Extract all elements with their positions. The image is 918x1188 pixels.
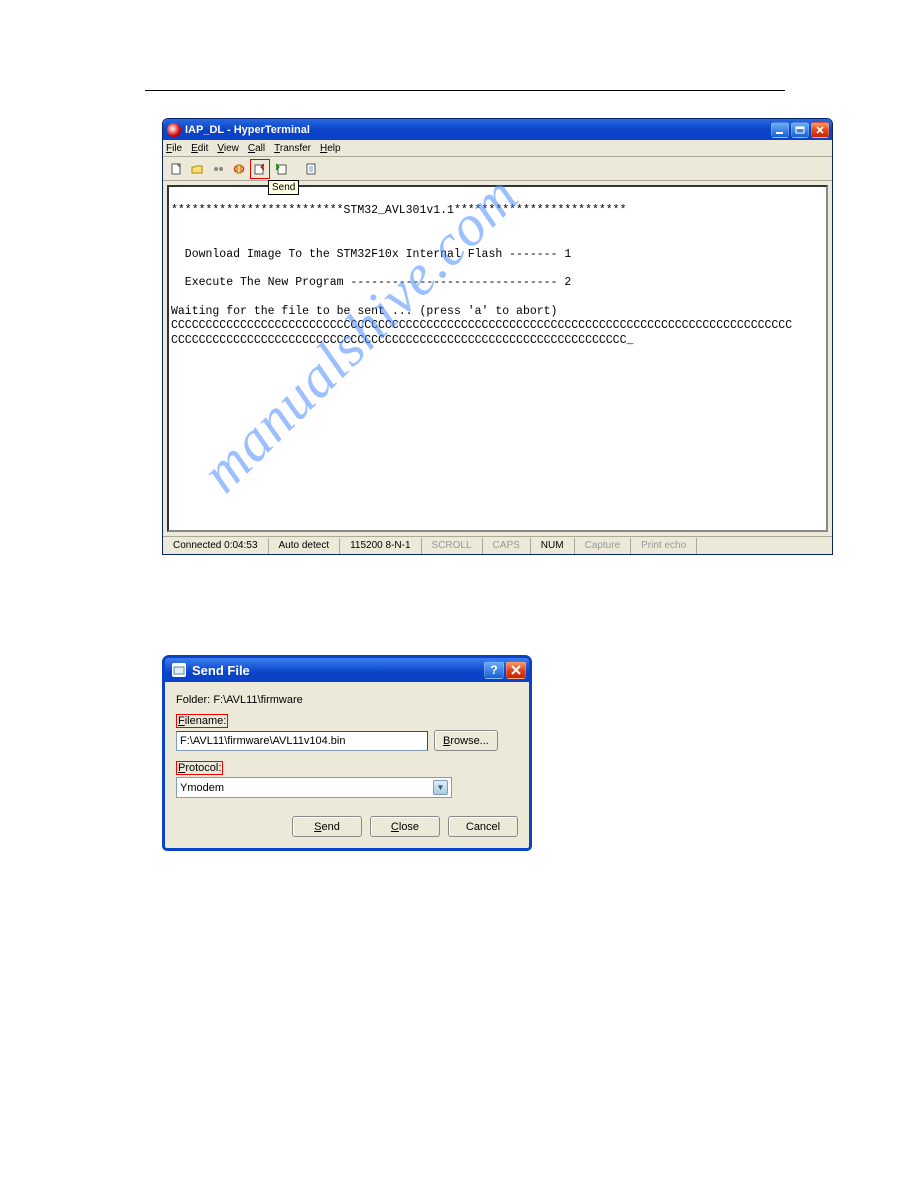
send-button[interactable]: Send bbox=[292, 816, 362, 837]
menu-edit[interactable]: Edit bbox=[191, 143, 208, 154]
dialog-close-button[interactable] bbox=[506, 661, 526, 679]
statusbar: Connected 0:04:53 Auto detect 115200 8-N… bbox=[163, 536, 832, 554]
protocol-label: Protocol: bbox=[176, 761, 518, 775]
status-scroll: SCROLL bbox=[422, 538, 483, 554]
toolbar-properties-icon[interactable] bbox=[301, 159, 321, 179]
menu-call[interactable]: Call bbox=[248, 143, 265, 154]
status-baud: 115200 8-N-1 bbox=[340, 538, 421, 554]
app-icon bbox=[167, 123, 181, 137]
dialog-title: Send File bbox=[192, 663, 484, 678]
help-button[interactable]: ? bbox=[484, 661, 504, 679]
window-title: IAP_DL - HyperTerminal bbox=[185, 124, 771, 136]
browse-button[interactable]: Browse... bbox=[434, 730, 498, 751]
menu-transfer[interactable]: Transfer bbox=[274, 143, 311, 154]
toolbar-open-icon[interactable] bbox=[187, 159, 207, 179]
menu-view[interactable]: View bbox=[217, 143, 239, 154]
page-header-rule bbox=[145, 90, 785, 91]
status-num: NUM bbox=[531, 538, 575, 554]
maximize-button[interactable] bbox=[791, 122, 809, 138]
protocol-select[interactable]: Ymodem ▼ bbox=[176, 777, 452, 798]
toolbar-disconnect-icon[interactable] bbox=[229, 159, 249, 179]
send-file-dialog: Send File ? Folder: F:\AVL11\firmware Fi… bbox=[162, 655, 532, 851]
status-autodetect: Auto detect bbox=[269, 538, 341, 554]
toolbar-connect-icon[interactable] bbox=[208, 159, 228, 179]
terminal-output[interactable]: *************************STM32_AVL301v1.… bbox=[167, 185, 828, 532]
dialog-icon bbox=[172, 663, 186, 677]
toolbar: Send bbox=[163, 157, 832, 181]
status-connected: Connected 0:04:53 bbox=[163, 538, 269, 554]
folder-row: Folder: F:\AVL11\firmware bbox=[176, 694, 518, 706]
status-caps: CAPS bbox=[483, 538, 531, 554]
menu-file[interactable]: File bbox=[166, 143, 182, 154]
titlebar[interactable]: IAP_DL - HyperTerminal bbox=[163, 119, 832, 140]
filename-label: Filename: bbox=[176, 714, 518, 728]
folder-value: F:\AVL11\firmware bbox=[213, 694, 302, 706]
toolbar-send-icon[interactable] bbox=[250, 159, 270, 179]
menu-help[interactable]: Help bbox=[320, 143, 341, 154]
protocol-value: Ymodem bbox=[180, 782, 224, 794]
toolbar-new-icon[interactable] bbox=[166, 159, 186, 179]
close-button[interactable] bbox=[811, 122, 829, 138]
close-button[interactable]: Close bbox=[370, 816, 440, 837]
terminal-container: *************************STM32_AVL301v1.… bbox=[163, 181, 832, 536]
cancel-button[interactable]: Cancel bbox=[448, 816, 518, 837]
status-capture: Capture bbox=[575, 538, 632, 554]
hyperterminal-window: IAP_DL - HyperTerminal File Edit View Ca… bbox=[162, 118, 833, 555]
minimize-button[interactable] bbox=[771, 122, 789, 138]
chevron-down-icon[interactable]: ▼ bbox=[433, 780, 448, 795]
filename-input[interactable] bbox=[176, 731, 428, 751]
send-tooltip: Send bbox=[268, 180, 299, 195]
folder-label: Folder: bbox=[176, 694, 210, 706]
toolbar-receive-icon[interactable] bbox=[271, 159, 291, 179]
dialog-titlebar[interactable]: Send File ? bbox=[165, 658, 529, 682]
status-print-echo: Print echo bbox=[631, 538, 697, 554]
menubar: File Edit View Call Transfer Help bbox=[163, 140, 832, 157]
